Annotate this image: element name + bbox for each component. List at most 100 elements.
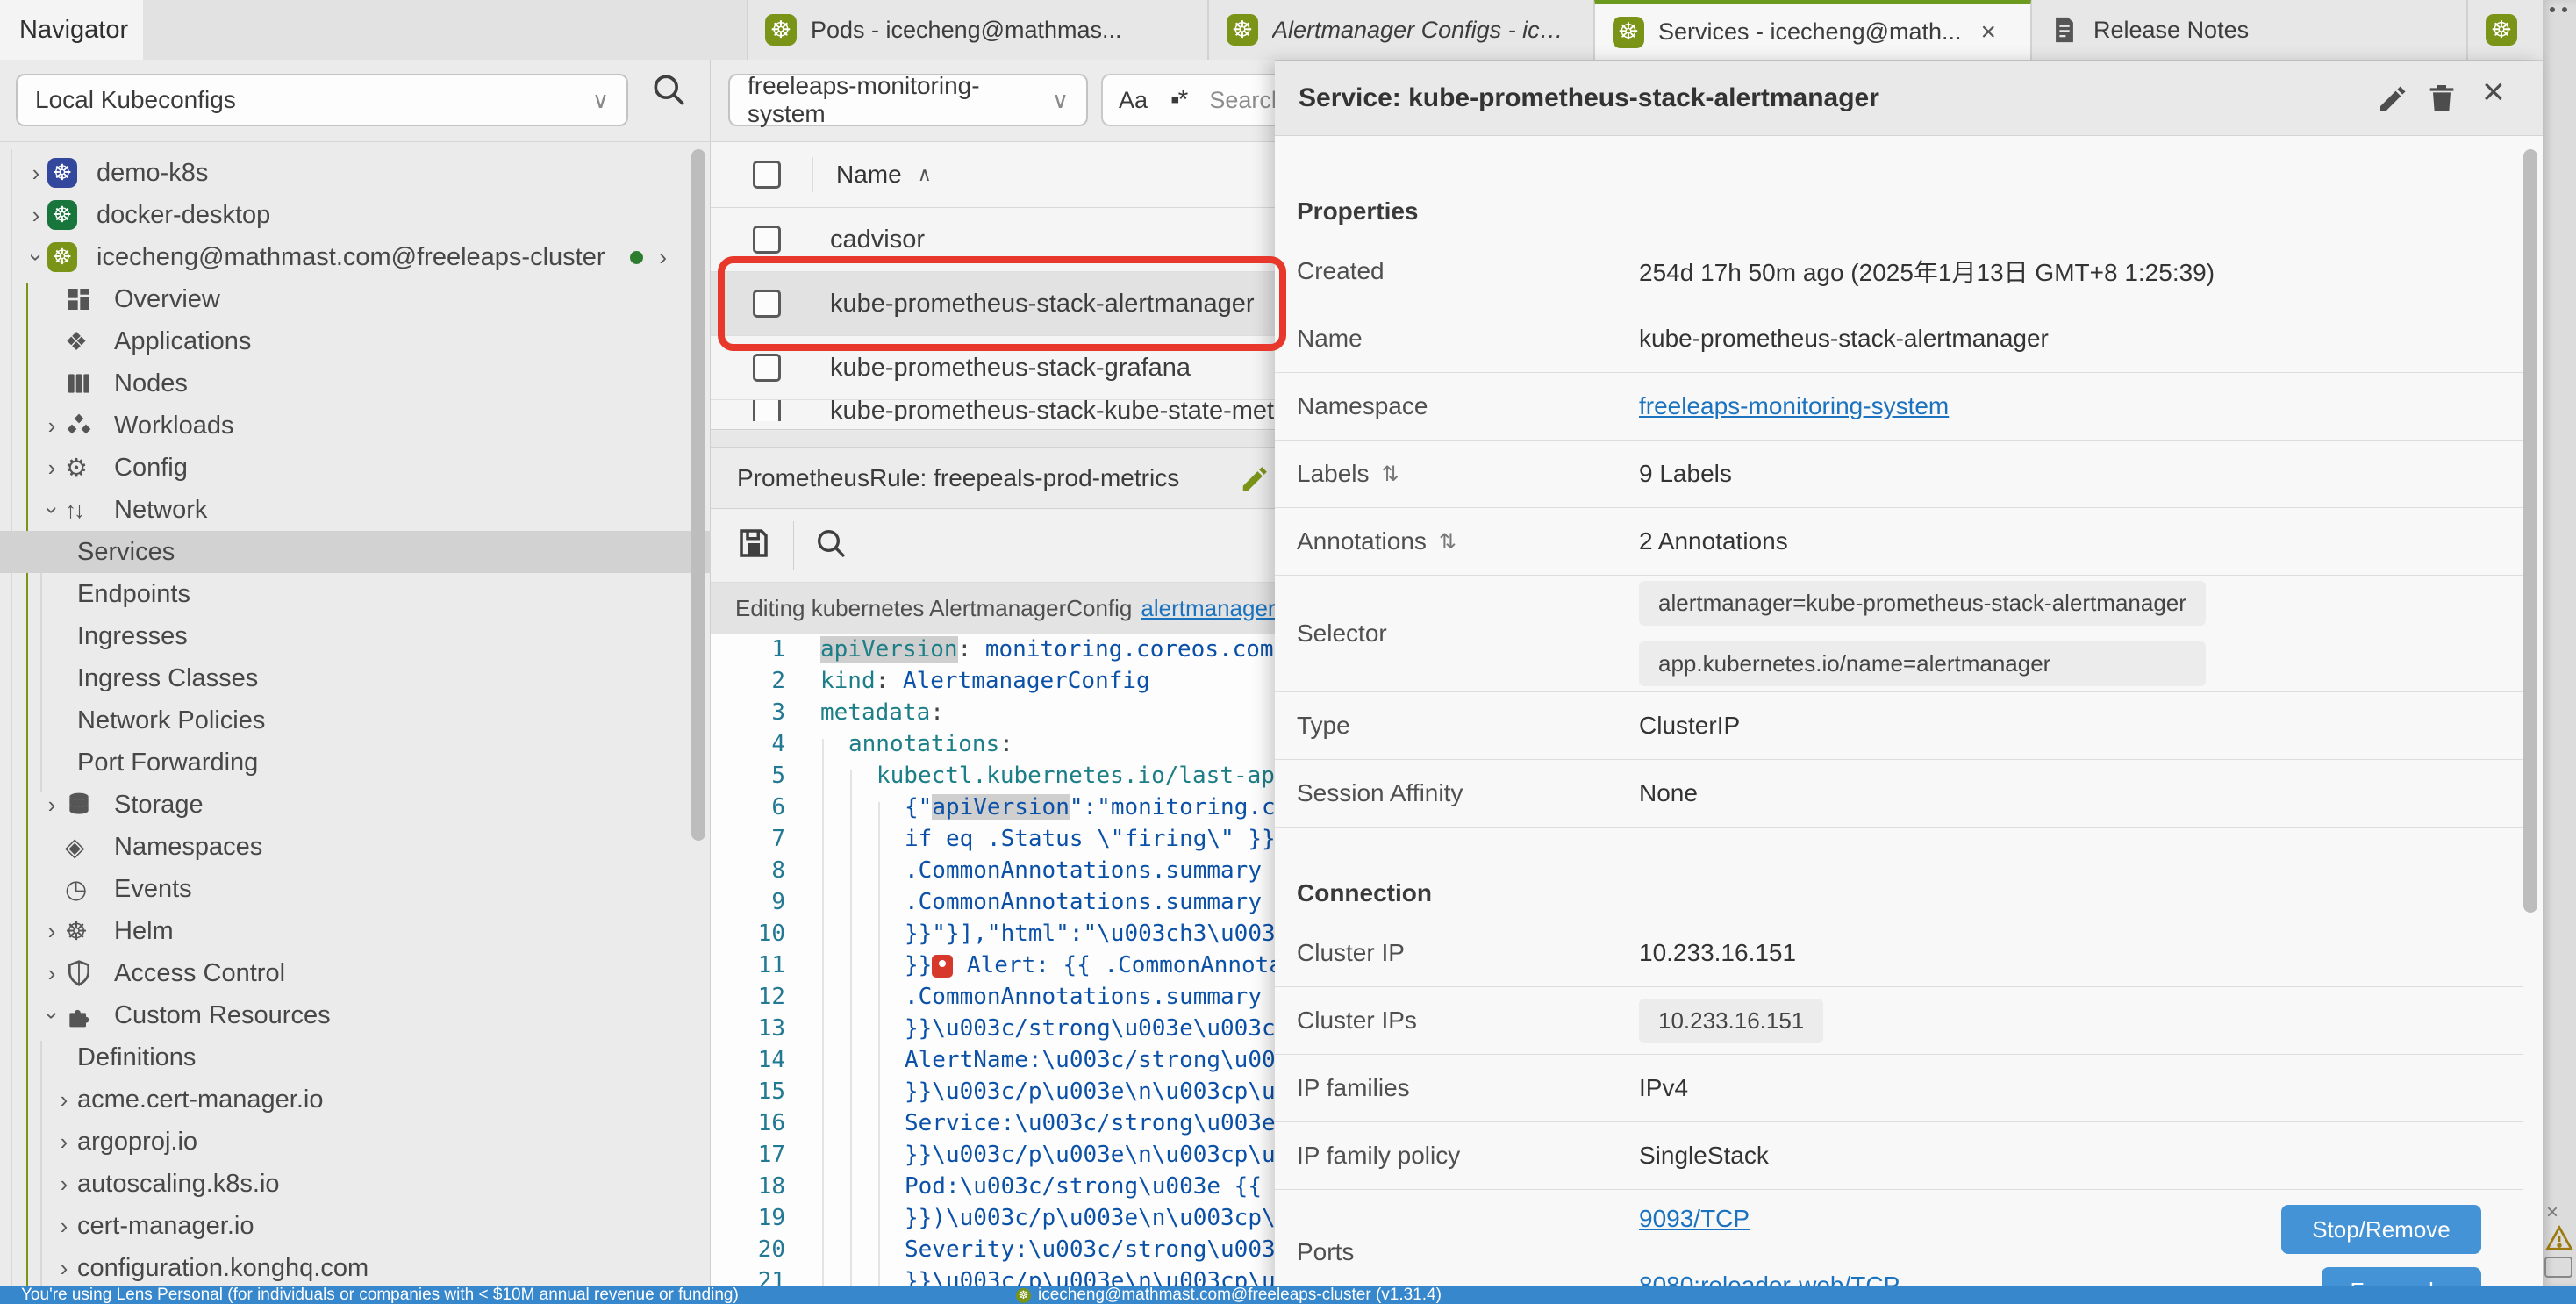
kubernetes-icon: ☸	[1227, 14, 1258, 46]
sidebar-item-custom-resources[interactable]: ›Custom Resources	[0, 994, 711, 1036]
chevron-right-icon[interactable]: ›	[25, 202, 47, 229]
sidebar-item-argoproj-io[interactable]: ›argoproj.io	[0, 1121, 711, 1163]
chevron-down-icon[interactable]: ›	[25, 244, 47, 271]
sidebar-item-network[interactable]: ›↑↓Network	[0, 489, 711, 531]
chevron-right-icon[interactable]: ›	[659, 244, 667, 271]
sidebar-item-label: Network Policies	[77, 706, 265, 735]
row-checkbox[interactable]	[753, 226, 781, 254]
sort-icon[interactable]: ⇅	[1382, 462, 1399, 487]
save-icon[interactable]	[735, 525, 772, 566]
sidebar-item-icecheng-mathmast-com-freeleaps-cluster[interactable]: ›☸icecheng@mathmast.com@freeleaps-cluste…	[0, 236, 711, 278]
sidebar-item-services[interactable]: Services	[0, 531, 711, 573]
chevron-right-icon[interactable]: ›	[39, 792, 65, 819]
editing-resource-link[interactable]: alertmanager	[1141, 595, 1275, 622]
table-row-kube-prometheus-stack-kube-state-metrics[interactable]: kube-prometheus-stack-kube-state-metrics	[711, 400, 1275, 421]
trash-icon[interactable]	[2424, 81, 2459, 120]
chevron-right-icon[interactable]: ›	[51, 1086, 77, 1114]
port-link[interactable]: 9093/TCP	[1639, 1205, 1900, 1233]
row-checkbox[interactable]	[753, 354, 781, 382]
sidebar-item-definitions[interactable]: Definitions	[0, 1036, 711, 1078]
tab-release[interactable]: Release Notes	[2031, 0, 2467, 60]
close-icon[interactable]: ×	[2482, 70, 2505, 114]
namespace-link[interactable]: freeleaps-monitoring-system	[1639, 392, 1949, 419]
regex-toggle[interactable]: ▪*	[1170, 85, 1186, 115]
name-column-header[interactable]: Name	[836, 161, 902, 189]
code-line-1: 1 apiVersion: monitoring.coreos.com/v1	[711, 634, 1275, 665]
sidebar-item-workloads[interactable]: ›Workloads	[0, 405, 711, 447]
port-link[interactable]: 8080:reloader-web/TCP	[1639, 1272, 1900, 1286]
property-label: Session Affinity	[1275, 779, 1639, 807]
sidebar-item-cert-manager-io[interactable]: ›cert-manager.io	[0, 1205, 711, 1247]
property-row-ip-family-policy: IP family policySingleStack	[1275, 1122, 2523, 1190]
storage-icon	[65, 791, 93, 819]
code-line-20: 20 Severity:\u003c/strong\u003e	[711, 1234, 1275, 1265]
sidebar-item-storage[interactable]: ›Storage	[0, 784, 711, 826]
cluster-status[interactable]: ☸ icecheng@mathmast.com@freeleaps-cluste…	[1016, 1286, 1442, 1304]
sidebar-item-applications[interactable]: ❖Applications	[0, 320, 711, 362]
edit-icon[interactable]	[1239, 462, 1272, 501]
editing-text: Editing kubernetes AlertmanagerConfig	[735, 595, 1132, 622]
search-icon[interactable]	[649, 70, 688, 113]
chevron-right-icon[interactable]: ›	[51, 1171, 77, 1198]
case-sensitive-toggle[interactable]: Aa	[1119, 87, 1148, 114]
sidebar-item-events[interactable]: ◷Events	[0, 868, 711, 910]
sidebar-item-namespaces[interactable]: ◈Namespaces	[0, 826, 711, 868]
nodes-icon	[65, 369, 93, 398]
chevron-right-icon[interactable]: ›	[51, 1255, 77, 1282]
tab-close-icon[interactable]: ×	[1981, 18, 1997, 47]
sidebar-item-endpoints[interactable]: Endpoints	[0, 573, 711, 615]
drawer-scrollbar[interactable]	[2523, 149, 2537, 913]
namespace-select[interactable]: freeleaps-monitoring-system ∨	[728, 74, 1088, 126]
sidebar-scrollbar[interactable]	[691, 149, 705, 841]
find-icon[interactable]	[813, 526, 848, 565]
tab-pods[interactable]: ☸Pods - icecheng@mathmas...	[747, 0, 1208, 60]
search-input[interactable]: Aa ▪* Search	[1101, 74, 1275, 126]
chevron-right-icon[interactable]: ›	[51, 1128, 77, 1156]
chevron-right-icon[interactable]: ›	[39, 918, 65, 945]
select-all-checkbox[interactable]	[753, 161, 781, 189]
sidebar-item-acme-cert-manager-io[interactable]: ›acme.cert-manager.io	[0, 1078, 711, 1121]
property-label: IP families	[1275, 1074, 1639, 1102]
sidebar-item-ingress-classes[interactable]: Ingress Classes	[0, 657, 711, 699]
sidebar-item-autoscaling-k8s-io[interactable]: ›autoscaling.k8s.io	[0, 1163, 711, 1205]
yaml-editor[interactable]: 1 apiVersion: monitoring.coreos.com/v12 …	[711, 634, 1275, 1286]
sort-icon[interactable]: ⇅	[1439, 529, 1456, 555]
chevron-down-icon[interactable]: ›	[39, 497, 65, 524]
sidebar-item-access-control[interactable]: ›Access Control	[0, 952, 711, 994]
warning-icon	[2544, 1225, 2574, 1256]
service-name: kube-prometheus-stack-kube-state-metrics	[830, 400, 1275, 421]
row-checkbox[interactable]	[753, 400, 781, 421]
sidebar-item-network-policies[interactable]: Network Policies	[0, 699, 711, 742]
forward-button[interactable]: Forward...	[2322, 1267, 2481, 1286]
sidebar-item-label: demo-k8s	[97, 159, 208, 188]
sidebar-item-ingresses[interactable]: Ingresses	[0, 615, 711, 657]
decoration-dot	[2550, 7, 2555, 12]
sidebar-item-demo-k8s[interactable]: ›☸demo-k8s	[0, 152, 711, 194]
property-value: 254d 17h 50m ago (2025年1月13日 GMT+8 1:25:…	[1639, 254, 2215, 289]
stop-remove-button[interactable]: Stop/Remove	[2281, 1205, 2481, 1254]
sidebar-item-config[interactable]: ›⚙Config	[0, 447, 711, 489]
tab-alertmanager[interactable]: ☸Alertmanager Configs - icec...	[1208, 0, 1594, 60]
sidebar-item-configuration-konghq-com[interactable]: ›configuration.konghq.com	[0, 1247, 711, 1289]
chevron-right-icon[interactable]: ›	[39, 960, 65, 987]
tab-services[interactable]: ☸Services - icecheng@math...×	[1594, 0, 2031, 60]
sort-asc-icon[interactable]: ∧	[918, 163, 932, 186]
kubeconfig-select[interactable]: Local Kubeconfigs ∨	[16, 74, 628, 126]
chevron-right-icon[interactable]: ›	[39, 455, 65, 482]
puzzle-icon	[65, 1001, 93, 1029]
navigator-pane-tab[interactable]: Navigator	[0, 0, 143, 60]
property-row-ip-families: IP familiesIPv4	[1275, 1055, 2523, 1122]
sidebar-item-helm[interactable]: ›☸Helm	[0, 910, 711, 952]
edit-icon[interactable]	[2376, 81, 2411, 120]
kubernetes-icon: ☸	[2486, 14, 2517, 46]
chevron-right-icon[interactable]: ›	[51, 1213, 77, 1240]
property-label: Type	[1275, 712, 1639, 740]
sidebar-item-port-forwarding[interactable]: Port Forwarding	[0, 742, 711, 784]
chevron-right-icon[interactable]: ›	[39, 412, 65, 440]
editor-toolbar	[711, 509, 1275, 583]
chevron-down-icon[interactable]: ›	[39, 1002, 65, 1029]
sidebar-item-overview[interactable]: Overview	[0, 278, 711, 320]
sidebar-item-docker-desktop[interactable]: ›☸docker-desktop	[0, 194, 711, 236]
chevron-right-icon[interactable]: ›	[25, 160, 47, 187]
sidebar-item-nodes[interactable]: Nodes	[0, 362, 711, 405]
